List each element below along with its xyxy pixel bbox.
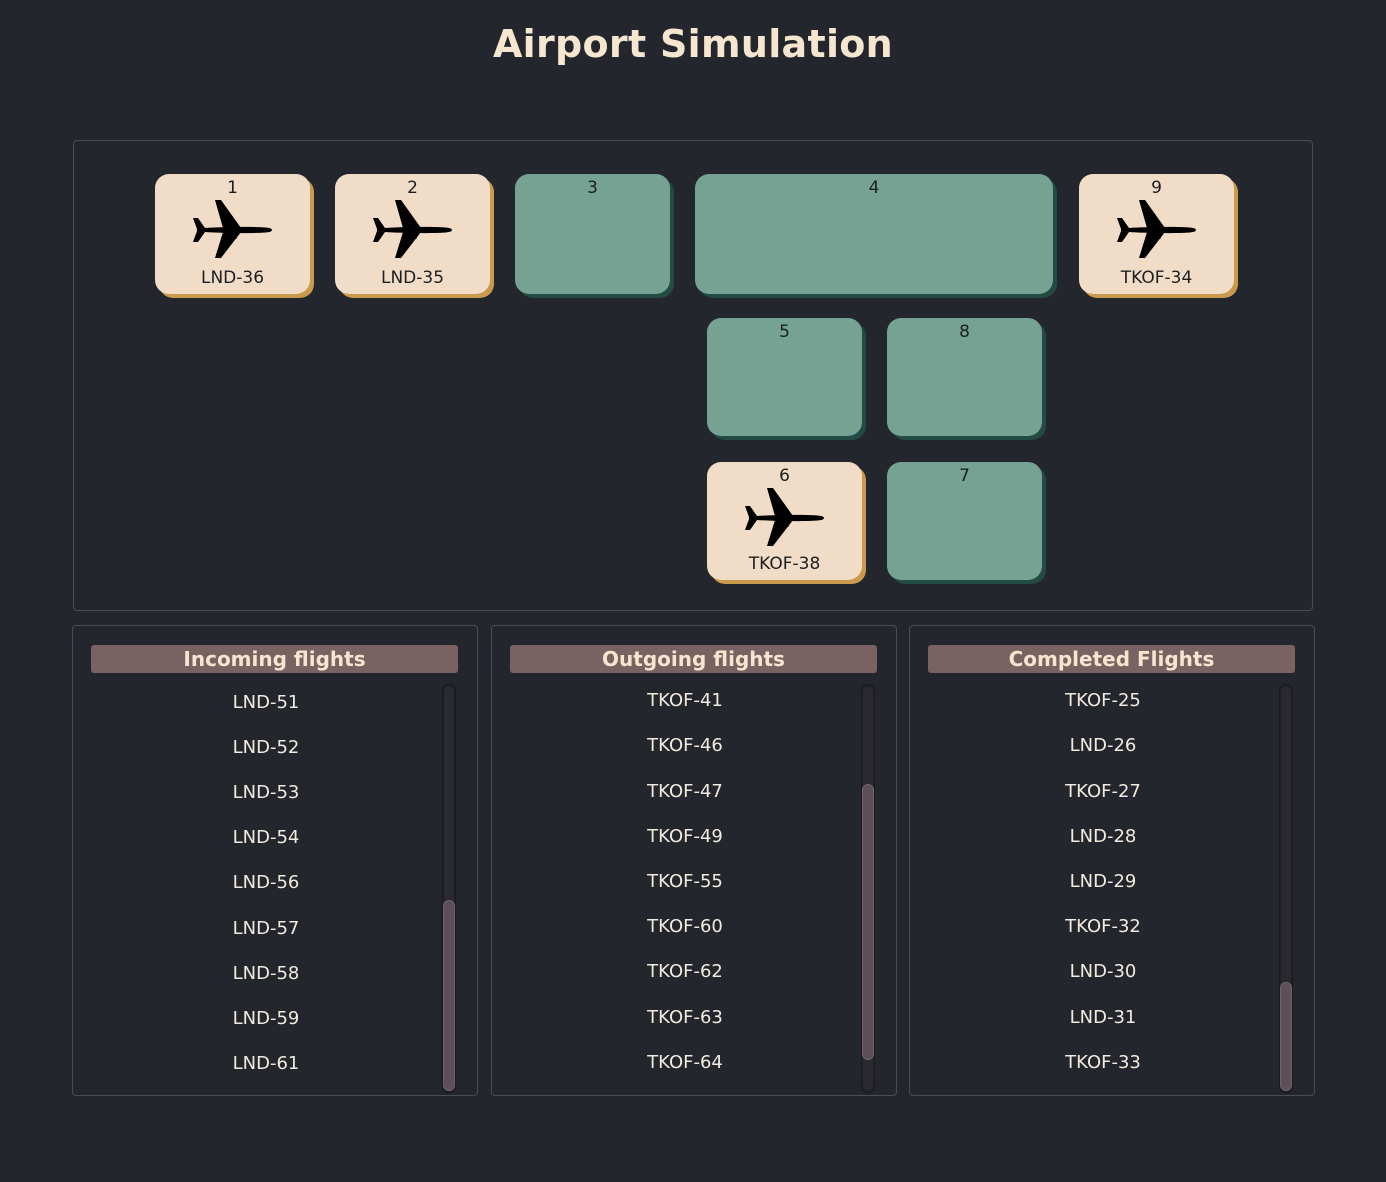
station-number: 3 [587, 178, 598, 198]
station-number: 8 [959, 322, 970, 342]
list-item[interactable]: LND-29 [910, 871, 1296, 892]
station-number: 5 [779, 322, 790, 342]
list-item[interactable]: LND-53 [73, 782, 459, 803]
list-item[interactable]: TKOF-32 [910, 916, 1296, 937]
airplane-icon [744, 488, 824, 546]
page-title: Airport Simulation [492, 22, 894, 66]
list-item[interactable]: LND-54 [73, 827, 459, 848]
station-8[interactable]: 8 [887, 318, 1042, 436]
station-3[interactable]: 3 [515, 174, 670, 294]
station-5[interactable]: 5 [707, 318, 862, 436]
list-item[interactable]: TKOF-25 [910, 690, 1296, 711]
scrollbar[interactable] [1279, 684, 1293, 1093]
station-7[interactable]: 7 [887, 462, 1042, 580]
list-item[interactable]: LND-58 [73, 963, 459, 984]
list-item[interactable]: LND-59 [73, 1008, 459, 1029]
panel-title: Outgoing flights [510, 645, 877, 673]
list-item[interactable]: TKOF-64 [492, 1052, 878, 1073]
list-item[interactable]: TKOF-47 [492, 781, 878, 802]
station-flight: LND-35 [380, 268, 445, 288]
scrollbar-thumb[interactable] [862, 784, 874, 1060]
panel-title: Completed Flights [928, 645, 1295, 673]
station-number: 4 [868, 178, 880, 198]
airplane-icon [1116, 200, 1196, 258]
list-item[interactable]: LND-28 [910, 826, 1296, 847]
list-item[interactable]: TKOF-46 [492, 735, 878, 756]
scrollbar[interactable] [442, 684, 456, 1093]
station-1[interactable]: 1 LND-36 [155, 174, 310, 294]
station-9[interactable]: 9 TKOF-34 [1079, 174, 1234, 294]
list-item[interactable]: TKOF-55 [492, 871, 878, 892]
scrollbar-thumb[interactable] [443, 900, 455, 1091]
list-item[interactable]: TKOF-41 [492, 690, 878, 711]
station-flight: TKOF-34 [1120, 268, 1193, 288]
completed-flights-panel: Completed Flights TKOF-25 LND-26 TKOF-27… [909, 625, 1315, 1096]
panel-title: Incoming flights [91, 645, 458, 673]
airport-layout: 1 LND-36 2 LND-35 3 4 9 TKOF-34 5 8 6 TK… [73, 140, 1313, 611]
list-item[interactable]: LND-31 [910, 1007, 1296, 1028]
list-item[interactable]: TKOF-63 [492, 1007, 878, 1028]
scrollbar-thumb[interactable] [1280, 982, 1292, 1091]
station-4[interactable]: 4 [695, 174, 1053, 294]
station-number: 2 [407, 178, 418, 198]
list-item[interactable]: LND-52 [73, 737, 459, 758]
list-item[interactable]: LND-26 [910, 735, 1296, 756]
list-item[interactable]: LND-51 [73, 692, 459, 713]
list-item[interactable]: TKOF-49 [492, 826, 878, 847]
station-6[interactable]: 6 TKOF-38 [707, 462, 862, 580]
list-item[interactable]: LND-61 [73, 1053, 459, 1074]
outgoing-flights-panel: Outgoing flights TKOF-41 TKOF-46 TKOF-47… [491, 625, 897, 1096]
station-number: 9 [1151, 178, 1162, 198]
list-item[interactable]: LND-30 [910, 961, 1296, 982]
airplane-icon [192, 200, 272, 258]
station-flight: TKOF-38 [748, 554, 821, 574]
station-flight: LND-36 [200, 268, 265, 288]
scrollbar[interactable] [861, 684, 875, 1093]
station-2[interactable]: 2 LND-35 [335, 174, 490, 294]
station-number: 6 [779, 466, 790, 486]
list-item[interactable]: TKOF-60 [492, 916, 878, 937]
list-item[interactable]: LND-56 [73, 872, 459, 893]
list-item[interactable]: TKOF-62 [492, 961, 878, 982]
station-number: 1 [227, 178, 238, 198]
incoming-flights-panel: Incoming flights LND-51 LND-52 LND-53 LN… [72, 625, 478, 1096]
list-item[interactable]: LND-57 [73, 918, 459, 939]
station-number: 7 [959, 466, 970, 486]
list-item[interactable]: TKOF-27 [910, 781, 1296, 802]
airplane-icon [372, 200, 452, 258]
list-item[interactable]: TKOF-33 [910, 1052, 1296, 1073]
